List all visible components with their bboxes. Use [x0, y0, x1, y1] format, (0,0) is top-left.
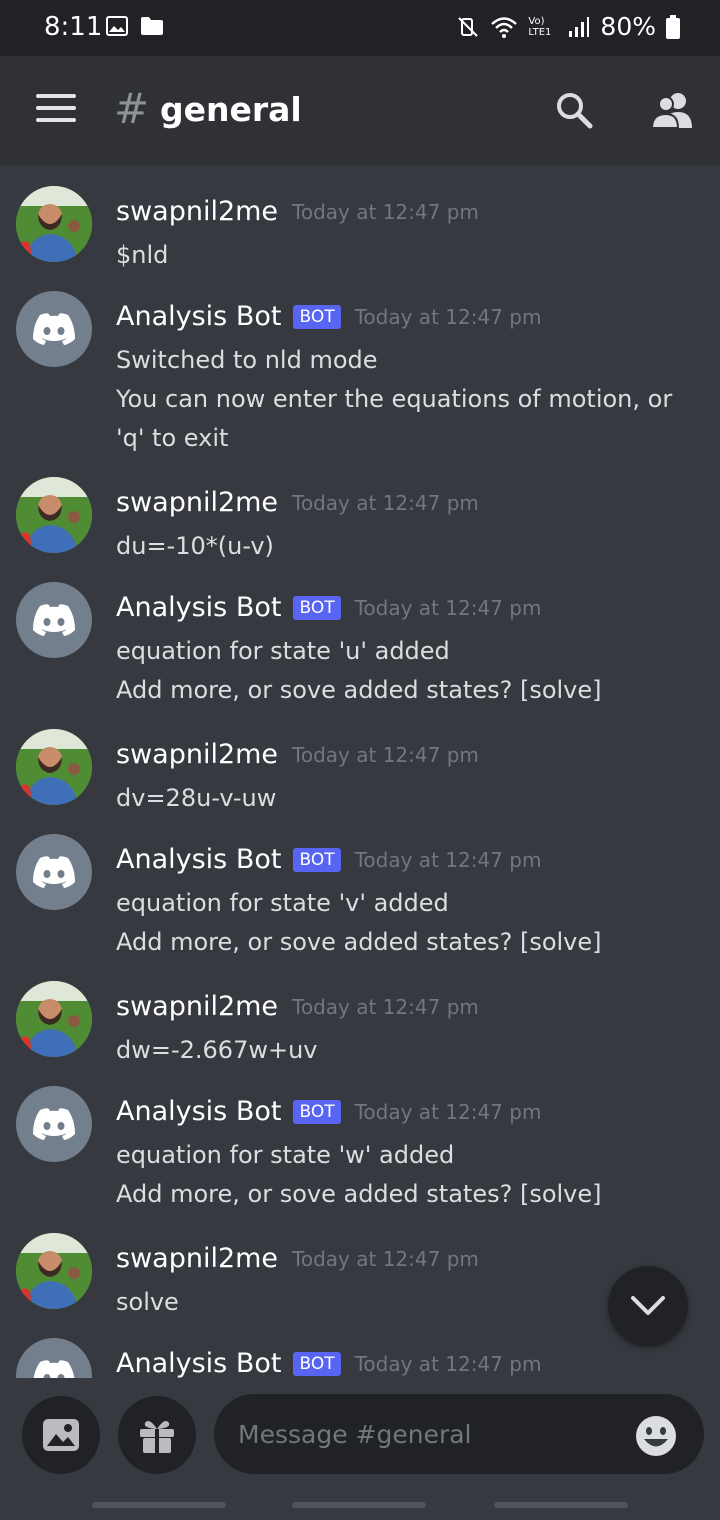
avatar[interactable]	[16, 1233, 92, 1309]
message-text: dw=-2.667w+uv	[116, 1036, 318, 1064]
nav-gesture-bar	[494, 1502, 628, 1508]
discord-logo-icon[interactable]	[16, 291, 92, 367]
channel-title: general	[160, 90, 302, 129]
message-header: Analysis Bot BOT Today at 12:47 pm	[116, 301, 541, 332]
battery-percent: 80%	[600, 12, 656, 41]
message-header: Analysis Bot BOT Today at 12:47 pm	[116, 592, 541, 623]
message-author[interactable]: swapnil2me	[116, 991, 278, 1022]
message-input[interactable]	[214, 1394, 704, 1474]
message-header: swapnil2me Today at 12:47 pm	[116, 1243, 479, 1274]
message-body: dw=-2.667w+uv	[116, 1031, 706, 1070]
message-timestamp: Today at 12:47 pm	[354, 847, 542, 872]
status-bar: 8:11 Vo) LTE1 80%	[0, 0, 720, 56]
message-author[interactable]: swapnil2me	[116, 487, 278, 518]
message-timestamp: Today at 12:47 pm	[292, 994, 479, 1019]
message-text: You can now enter the equations of motio…	[116, 385, 673, 452]
image-icon[interactable]	[22, 1396, 100, 1474]
avatar[interactable]	[16, 981, 92, 1057]
status-time: 8:11	[44, 12, 103, 42]
emoji-icon[interactable]	[634, 1414, 678, 1458]
message-text: equation for state 'w' added	[116, 1141, 455, 1169]
message-timestamp: Today at 12:47 pm	[354, 1351, 542, 1376]
signal-icon	[569, 16, 590, 37]
hamburger-icon[interactable]	[36, 94, 76, 124]
gift-icon[interactable]	[118, 1396, 196, 1474]
discord-logo-icon[interactable]	[16, 1086, 92, 1162]
message-timestamp: Today at 12:47 pm	[354, 304, 542, 329]
message-text: Add more, or sove added states? [solve]	[116, 928, 602, 956]
message-author[interactable]: swapnil2me	[116, 1243, 278, 1274]
message-composer	[0, 1378, 720, 1520]
message-author[interactable]: Analysis Bot	[116, 1096, 281, 1127]
message-body: du=-10*(u-v)	[116, 527, 706, 566]
message-text: Add more, or sove added states? [solve]	[116, 1180, 602, 1208]
message-timestamp: Today at 12:47 pm	[354, 1099, 542, 1124]
message-header: Analysis Bot BOT Today at 12:47 pm	[116, 1348, 541, 1378]
nav-gesture-bar	[292, 1502, 426, 1508]
message-author[interactable]: Analysis Bot	[116, 301, 281, 332]
message-timestamp: Today at 12:47 pm	[292, 1246, 479, 1271]
members-icon[interactable]	[648, 90, 696, 130]
message-body: equation for state 'u' added Add more, or…	[116, 632, 706, 710]
message-timestamp: Today at 12:47 pm	[292, 199, 479, 224]
message-text: Add more, or sove added states? [solve]	[116, 676, 602, 704]
message-author[interactable]: swapnil2me	[116, 739, 278, 770]
message-header: swapnil2me Today at 12:47 pm	[116, 739, 479, 770]
message-timestamp: Today at 12:47 pm	[354, 595, 542, 620]
bot-badge: BOT	[293, 847, 341, 872]
message-author[interactable]: Analysis Bot	[116, 1348, 281, 1378]
wifi-icon	[491, 16, 518, 38]
message-author[interactable]: Analysis Bot	[116, 844, 281, 875]
discord-logo-icon[interactable]	[16, 1338, 92, 1378]
message-text: equation for state 'v' added	[116, 889, 449, 917]
message-timestamp: Today at 12:47 pm	[292, 742, 479, 767]
mute-vibrate-icon	[458, 16, 479, 37]
message-header: swapnil2me Today at 12:47 pm	[116, 991, 479, 1022]
channel-hash-icon: #	[114, 84, 150, 133]
message-author[interactable]: Analysis Bot	[116, 592, 281, 623]
message-body: equation for state 'v' added Add more, or…	[116, 884, 706, 962]
message-header: Analysis Bot BOT Today at 12:47 pm	[116, 1096, 541, 1127]
message-text: du=-10*(u-v)	[116, 532, 274, 560]
bot-badge: BOT	[293, 304, 341, 329]
chevron-down-icon[interactable]	[608, 1266, 688, 1346]
message-header: Analysis Bot BOT Today at 12:47 pm	[116, 844, 541, 875]
message-text: Switched to nld mode	[116, 346, 378, 374]
message-text: dv=28u-v-uw	[116, 784, 277, 812]
folder-notification-icon	[141, 17, 163, 35]
message-timestamp: Today at 12:47 pm	[292, 490, 479, 515]
avatar[interactable]	[16, 477, 92, 553]
avatar[interactable]	[16, 186, 92, 262]
discord-logo-icon[interactable]	[16, 834, 92, 910]
discord-logo-icon[interactable]	[16, 582, 92, 658]
bot-badge: BOT	[293, 1351, 341, 1376]
message-body: equation for state 'w' added Add more, or…	[116, 1136, 706, 1214]
message-header: swapnil2me Today at 12:47 pm	[116, 196, 479, 227]
bot-badge: BOT	[293, 1099, 341, 1124]
gallery-notification-icon	[106, 16, 128, 36]
message-author[interactable]: swapnil2me	[116, 196, 278, 227]
battery-icon	[666, 14, 680, 39]
message-text: equation for state 'u' added	[116, 637, 450, 665]
message-body: dv=28u-v-uw	[116, 779, 706, 818]
bot-badge: BOT	[293, 595, 341, 620]
message-list[interactable]: swapnil2me Today at 12:47 pm $nld Analysis …	[0, 166, 720, 1378]
message-text: $nld	[116, 241, 169, 269]
lte-label: Vo) LTE1	[528, 15, 552, 38]
channel-header: # general	[0, 56, 720, 166]
message-body: $nld	[116, 236, 706, 275]
message-body: Switched to nld mode You can now enter th…	[116, 341, 706, 458]
nav-gesture-bar	[92, 1502, 226, 1508]
avatar[interactable]	[16, 729, 92, 805]
message-header: swapnil2me Today at 12:47 pm	[116, 487, 479, 518]
search-icon[interactable]	[554, 90, 594, 130]
